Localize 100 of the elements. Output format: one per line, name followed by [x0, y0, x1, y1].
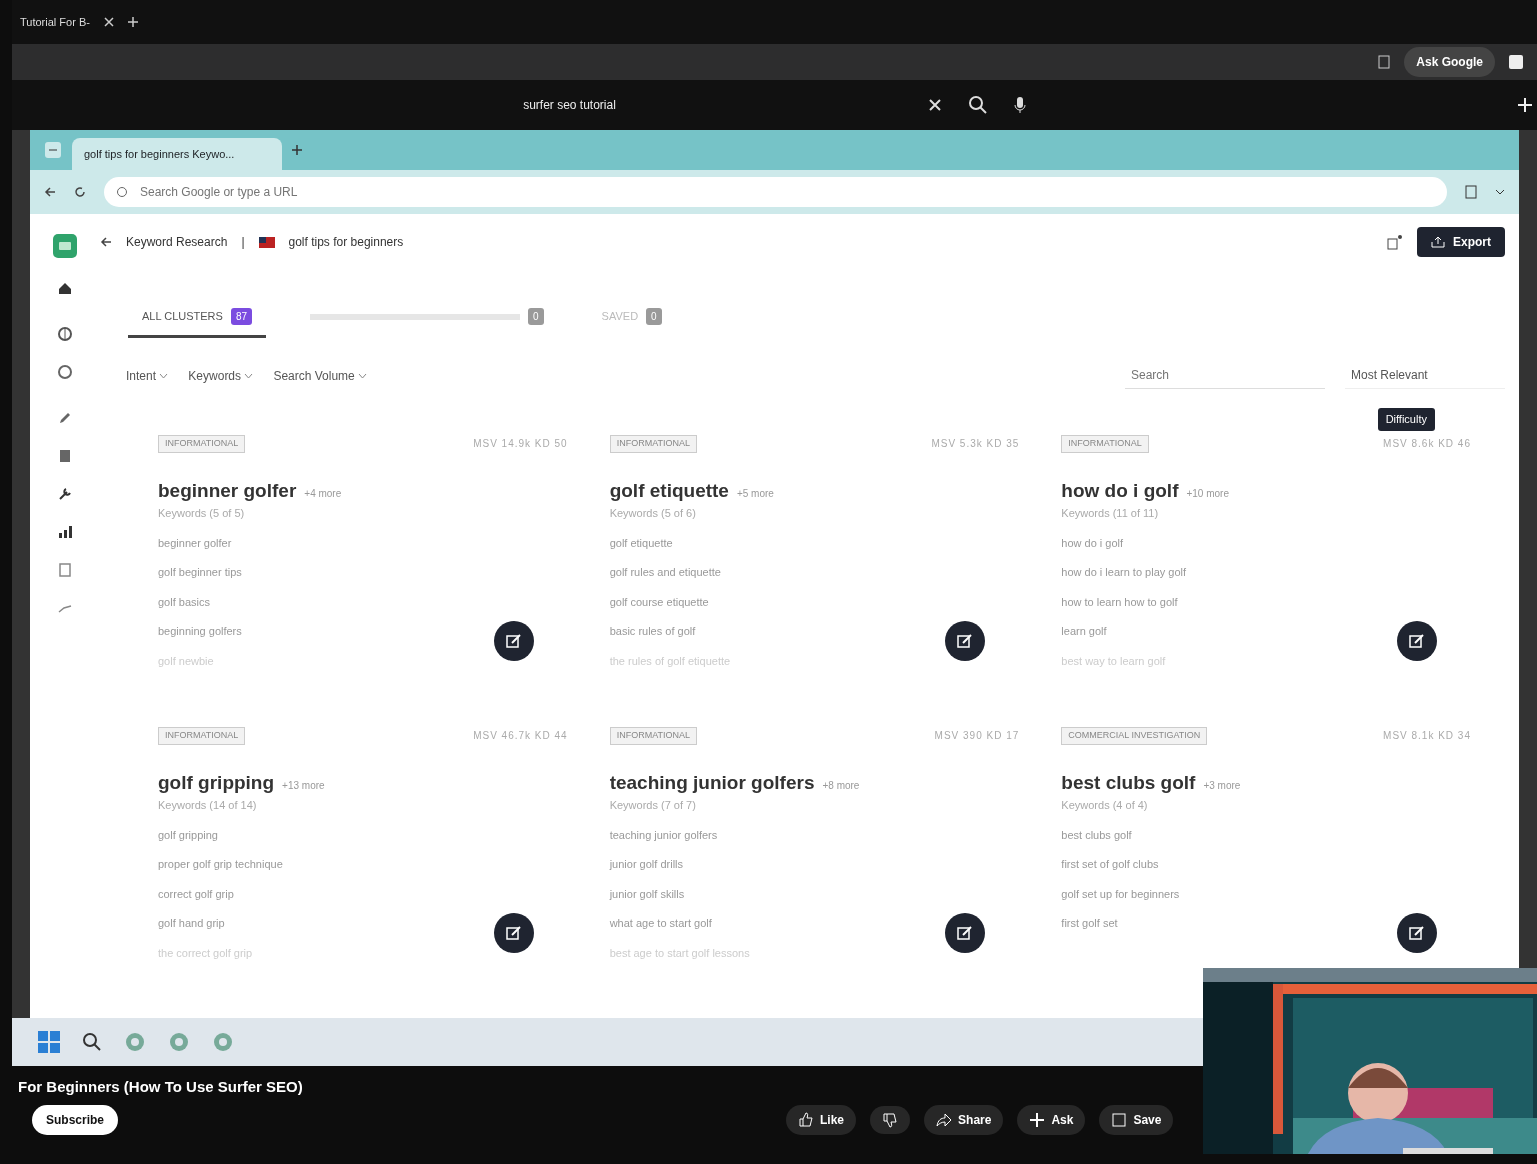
intent-tag: INFORMATIONAL: [609, 435, 697, 453]
document-icon[interactable]: [57, 448, 73, 464]
filter-dropdown[interactable]: Intent: [126, 366, 169, 385]
edit-icon: [956, 924, 975, 942]
more-count: +10 more: [1186, 486, 1229, 501]
browser-tab[interactable]: Tutorial For B-: [20, 13, 90, 31]
logo-icon[interactable]: [53, 234, 77, 258]
home-icon[interactable]: [57, 280, 73, 296]
edit-button[interactable]: [945, 621, 986, 661]
edit-button[interactable]: [945, 913, 986, 953]
microphone-icon[interactable]: [1013, 96, 1026, 114]
export-button[interactable]: Export: [1417, 227, 1505, 257]
edit-button[interactable]: [493, 621, 534, 661]
keyword-item: junior golf skills: [609, 886, 686, 902]
intent-tag: INFORMATIONAL: [609, 727, 697, 745]
breadcrumb-link[interactable]: Keyword Research: [126, 233, 228, 251]
chevron-down-icon: [159, 373, 169, 380]
ask-button[interactable]: Ask: [1017, 1104, 1086, 1135]
keyword-count: Keywords (5 of 6): [609, 506, 697, 521]
edit-icon: [504, 924, 523, 942]
edit-icon: [504, 632, 523, 650]
keyword-item: beginning golfers: [158, 624, 243, 639]
cluster-title[interactable]: beginner golfer: [158, 476, 297, 505]
cluster-title[interactable]: golf gripping: [158, 768, 275, 797]
keyword-item: golf gripping: [158, 827, 219, 843]
ask-icon: [1029, 1111, 1046, 1128]
keyword-item: junior golf drills: [609, 857, 685, 872]
edit-icon: [1408, 632, 1426, 650]
more-count: +8 more: [822, 778, 860, 793]
cluster-title[interactable]: teaching junior golfers: [609, 768, 815, 797]
breadcrumb-separator: |: [241, 234, 245, 251]
back-arrow-icon[interactable]: [44, 186, 56, 198]
keyword-item: golf course etiquette: [609, 594, 710, 610]
bookmark-icon[interactable]: [1465, 185, 1477, 199]
flag-icon: [258, 236, 275, 248]
keyword-item: proper golf grip technique: [158, 857, 284, 872]
subscribe-button[interactable]: Subscribe: [32, 1104, 119, 1135]
tab[interactable]: ALL CLUSTERS 87: [128, 298, 267, 338]
chevron-down-icon[interactable]: [1495, 189, 1505, 195]
tab-menu-icon[interactable]: [44, 141, 62, 159]
windows-logo-icon[interactable]: [38, 1031, 60, 1053]
browser-tab[interactable]: golf tips for beginners Keywo...: [72, 138, 282, 170]
edit-button[interactable]: [1397, 621, 1437, 661]
keyword-item: golf etiquette: [609, 535, 674, 551]
keyword-item: learn golf: [1061, 624, 1108, 639]
edit-icon[interactable]: [57, 410, 73, 426]
keyword-item: correct golf grip: [158, 886, 235, 902]
address-bar[interactable]: Search Google or type a URL: [104, 177, 1447, 207]
bar-chart-icon[interactable]: [57, 524, 73, 540]
back-arrow-icon[interactable]: [100, 236, 112, 248]
keyword-item: beginner golfer: [158, 535, 233, 551]
keyword-count: Keywords (7 of 7): [609, 798, 697, 813]
keyword-item: first set of golf clubs: [1061, 857, 1160, 872]
like-button[interactable]: Like: [786, 1104, 857, 1135]
cluster-title[interactable]: how do i golf: [1061, 476, 1179, 505]
metrics-text: MSV 8.6k KD 46: [1383, 437, 1471, 452]
edit-button[interactable]: [493, 913, 534, 953]
circle-icon[interactable]: [57, 364, 73, 380]
metrics-text: MSV 46.7k KD 44: [473, 729, 568, 744]
more-count: +3 more: [1203, 778, 1241, 793]
ask-google-button[interactable]: Ask Google: [1404, 47, 1495, 77]
share-icon[interactable]: [1387, 234, 1403, 250]
dislike-button[interactable]: [870, 1105, 911, 1134]
wrench-icon[interactable]: [57, 486, 73, 502]
edit-button[interactable]: [1397, 913, 1437, 953]
metrics-text: MSV 8.1k KD 34: [1383, 729, 1471, 744]
metrics-text: MSV 390 KD 17: [934, 729, 1020, 744]
save-icon: [1111, 1111, 1128, 1128]
cluster-title[interactable]: golf etiquette: [609, 476, 729, 505]
keyword-count: Keywords (5 of 5): [158, 506, 246, 521]
intent-tag: INFORMATIONAL: [158, 435, 246, 453]
like-icon: [798, 1111, 815, 1128]
dislike-icon: [882, 1111, 899, 1128]
edit-icon: [956, 632, 975, 650]
close-icon[interactable]: [927, 98, 942, 112]
keyword-count: Keywords (11 of 11): [1061, 506, 1160, 521]
more-count: +4 more: [304, 486, 342, 501]
intent-tag: COMMERCIAL INVESTIGATION: [1061, 727, 1208, 745]
intent-tag: INFORMATIONAL: [1061, 435, 1149, 453]
metrics-text: MSV 5.3k KD 35: [931, 437, 1020, 452]
filter-dropdown[interactable]: Keywords: [188, 366, 254, 385]
cluster-title[interactable]: best clubs golf: [1061, 768, 1196, 797]
share-button[interactable]: Share: [924, 1104, 1004, 1135]
globe-icon[interactable]: [57, 326, 73, 342]
keyword-item: basic rules of golf: [609, 624, 697, 639]
reload-icon[interactable]: [74, 186, 86, 198]
intent-tag: INFORMATIONAL: [158, 727, 246, 745]
keyword-item: what age to start golf: [609, 916, 713, 931]
keyword-count: Keywords (4 of 4): [1061, 798, 1149, 813]
keyword-item: first golf set: [1061, 916, 1119, 931]
count-badge: 0: [528, 308, 544, 325]
chevron-down-icon: [358, 373, 368, 380]
search-query[interactable]: surfer seo tutorial: [523, 96, 616, 114]
save-button[interactable]: Save: [1099, 1104, 1174, 1135]
chevron-down-icon: [244, 373, 254, 380]
breadcrumb-link[interactable]: golf tips for beginners: [288, 233, 404, 251]
filter-dropdown[interactable]: Search Volume: [273, 366, 368, 385]
share-icon: [936, 1111, 953, 1128]
keyword-item: golf beginner tips: [158, 565, 243, 580]
close-icon[interactable]: [103, 17, 114, 27]
